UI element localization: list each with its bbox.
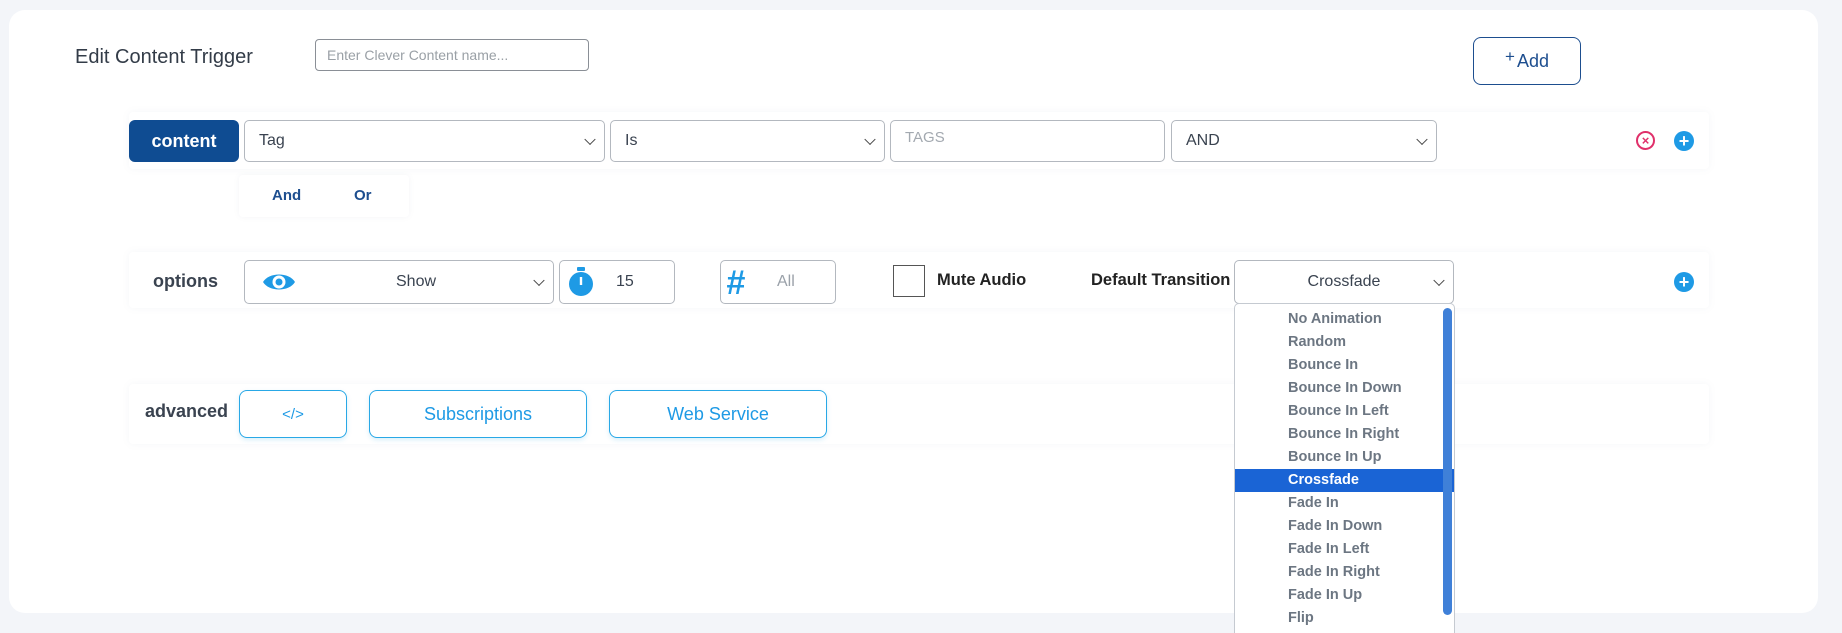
dropdown-option[interactable]: Flip bbox=[1235, 607, 1454, 630]
plus-icon: + bbox=[1505, 47, 1515, 66]
web-service-button-label: Web Service bbox=[667, 403, 769, 424]
chevron-down-icon bbox=[1433, 274, 1445, 287]
dropdown-option[interactable]: Fade In Up bbox=[1235, 584, 1454, 607]
dropdown-option[interactable]: Bounce In Left bbox=[1235, 400, 1454, 423]
count-input[interactable]: # All bbox=[720, 260, 836, 304]
page-title: Edit Content Trigger bbox=[75, 46, 253, 68]
subscriptions-button[interactable]: Subscriptions bbox=[369, 390, 587, 438]
content-row-label: content bbox=[129, 120, 239, 162]
content-name-input[interactable] bbox=[315, 39, 589, 71]
advanced-row-label: advanced bbox=[145, 401, 229, 421]
dropdown-option[interactable]: Fade In bbox=[1235, 492, 1454, 515]
mute-audio-label: Mute Audio bbox=[937, 271, 1027, 289]
timer-value: 15 bbox=[616, 273, 634, 290]
code-icon: </> bbox=[282, 405, 304, 423]
and-or-toggle: And Or bbox=[239, 175, 409, 217]
remove-circle-icon[interactable]: × bbox=[1636, 131, 1655, 150]
or-button[interactable]: Or bbox=[354, 187, 372, 204]
and-button[interactable]: And bbox=[272, 187, 301, 204]
stopwatch-icon bbox=[569, 267, 593, 296]
eye-icon bbox=[263, 274, 295, 290]
dropdown-option[interactable]: Crossfade bbox=[1235, 469, 1454, 492]
dropdown-option[interactable]: Bounce In Right bbox=[1235, 423, 1454, 446]
logic-select-value: AND bbox=[1186, 132, 1220, 149]
dropdown-option[interactable]: Fade In Right bbox=[1235, 561, 1454, 584]
code-button[interactable]: </> bbox=[239, 390, 347, 438]
dropdown-scrollbar[interactable] bbox=[1443, 308, 1452, 615]
logic-select[interactable]: AND bbox=[1171, 120, 1437, 162]
mute-audio-checkbox[interactable] bbox=[893, 265, 925, 297]
dropdown-option[interactable]: Fade In Left bbox=[1235, 538, 1454, 561]
web-service-button[interactable]: Web Service bbox=[609, 390, 827, 438]
add-option-icon[interactable]: + bbox=[1674, 272, 1694, 292]
add-button[interactable]: + Add bbox=[1473, 37, 1581, 85]
operator-select-value: Is bbox=[625, 132, 638, 149]
field-select-value: Tag bbox=[259, 132, 285, 149]
dropdown-option[interactable]: No Animation bbox=[1235, 308, 1454, 331]
timer-input[interactable]: 15 bbox=[559, 260, 675, 304]
transition-dropdown-list: No Animation Random Bounce In Bounce In Dow… bbox=[1234, 303, 1455, 633]
dropdown-option[interactable]: Fade In Down bbox=[1235, 515, 1454, 538]
tags-placeholder: TAGS bbox=[905, 129, 945, 146]
field-select[interactable]: Tag bbox=[244, 120, 605, 162]
add-button-label: Add bbox=[1516, 50, 1549, 71]
advanced-row bbox=[129, 384, 1709, 444]
edit-trigger-card bbox=[9, 10, 1818, 613]
tags-input[interactable]: TAGS bbox=[890, 120, 1165, 162]
options-row-label: options bbox=[153, 271, 218, 291]
chevron-down-icon bbox=[584, 133, 596, 146]
add-condition-icon[interactable]: + bbox=[1674, 131, 1694, 151]
transition-select-value: Crossfade bbox=[1307, 273, 1381, 290]
chevron-down-icon bbox=[1416, 133, 1428, 146]
transition-select[interactable]: Crossfade bbox=[1234, 260, 1454, 304]
visibility-select-value: Show bbox=[396, 273, 437, 290]
chevron-down-icon bbox=[864, 133, 876, 146]
dropdown-option[interactable]: Bounce In bbox=[1235, 354, 1454, 377]
default-transition-label: Default Transition bbox=[1091, 271, 1231, 289]
subscriptions-button-label: Subscriptions bbox=[423, 403, 533, 424]
hash-icon: # bbox=[726, 264, 745, 302]
dropdown-option[interactable]: Bounce In Up bbox=[1235, 446, 1454, 469]
chevron-down-icon bbox=[533, 274, 545, 287]
operator-select[interactable]: Is bbox=[610, 120, 885, 162]
count-value: All bbox=[777, 273, 795, 290]
dropdown-option[interactable]: Bounce In Down bbox=[1235, 377, 1454, 400]
dropdown-option[interactable]: Random bbox=[1235, 331, 1454, 354]
